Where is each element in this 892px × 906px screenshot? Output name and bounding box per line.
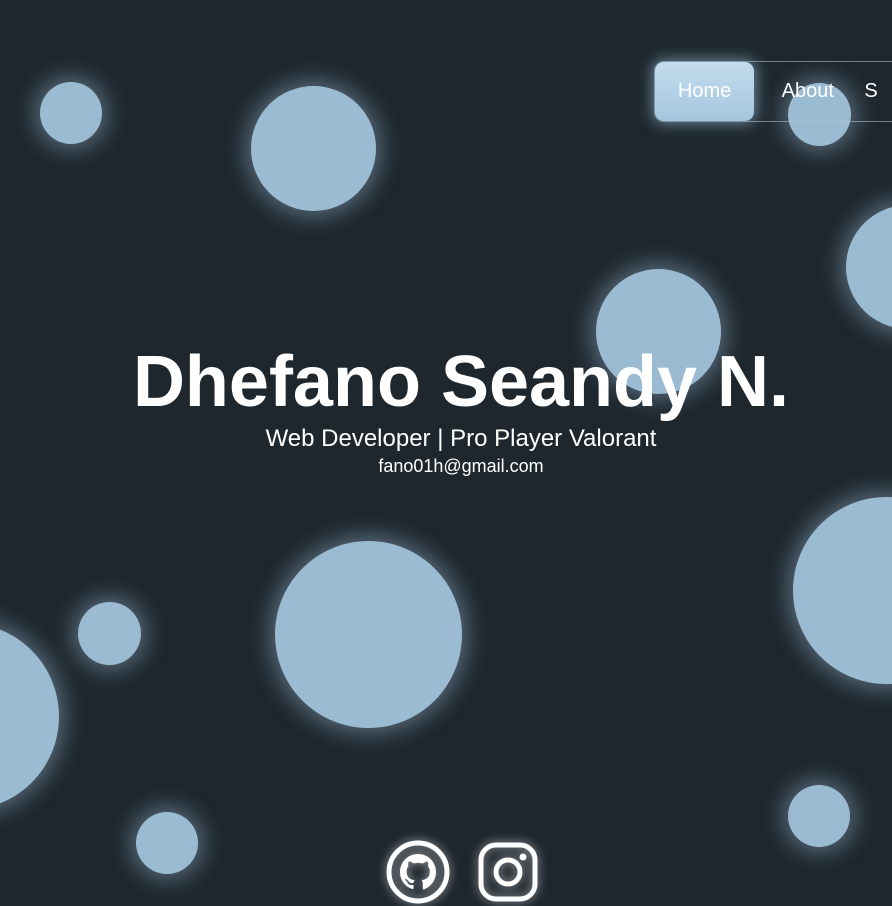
bubble-decoration <box>0 623 59 810</box>
hero-email: fano01h@gmail.com <box>378 456 544 476</box>
bubble-decoration <box>788 785 850 847</box>
social-links <box>386 840 540 904</box>
bubble-decoration <box>78 602 141 665</box>
nav-item-home[interactable]: Home <box>655 62 755 121</box>
github-icon[interactable] <box>386 840 450 904</box>
top-nav: Home About S <box>654 61 892 122</box>
bubble-decoration <box>40 82 102 144</box>
hero-tagline: Web Developer | Pro Player Valorant <box>265 425 657 452</box>
page: Home About S Dhefano Seandy N. Web Devel… <box>0 0 892 906</box>
bubble-decoration <box>793 497 892 684</box>
bubble-decoration <box>846 205 892 329</box>
nav-item-truncated[interactable]: S <box>861 62 892 121</box>
nav-item-about[interactable]: About <box>754 62 861 121</box>
hero-name: Dhefano Seandy N. <box>132 342 790 422</box>
bubble-decoration <box>275 541 462 728</box>
instagram-icon[interactable] <box>476 840 540 904</box>
hero-section: Dhefano Seandy N. Web Developer | Pro Pl… <box>0 340 892 478</box>
bubble-decoration <box>136 812 198 874</box>
bubble-decoration <box>251 86 376 211</box>
